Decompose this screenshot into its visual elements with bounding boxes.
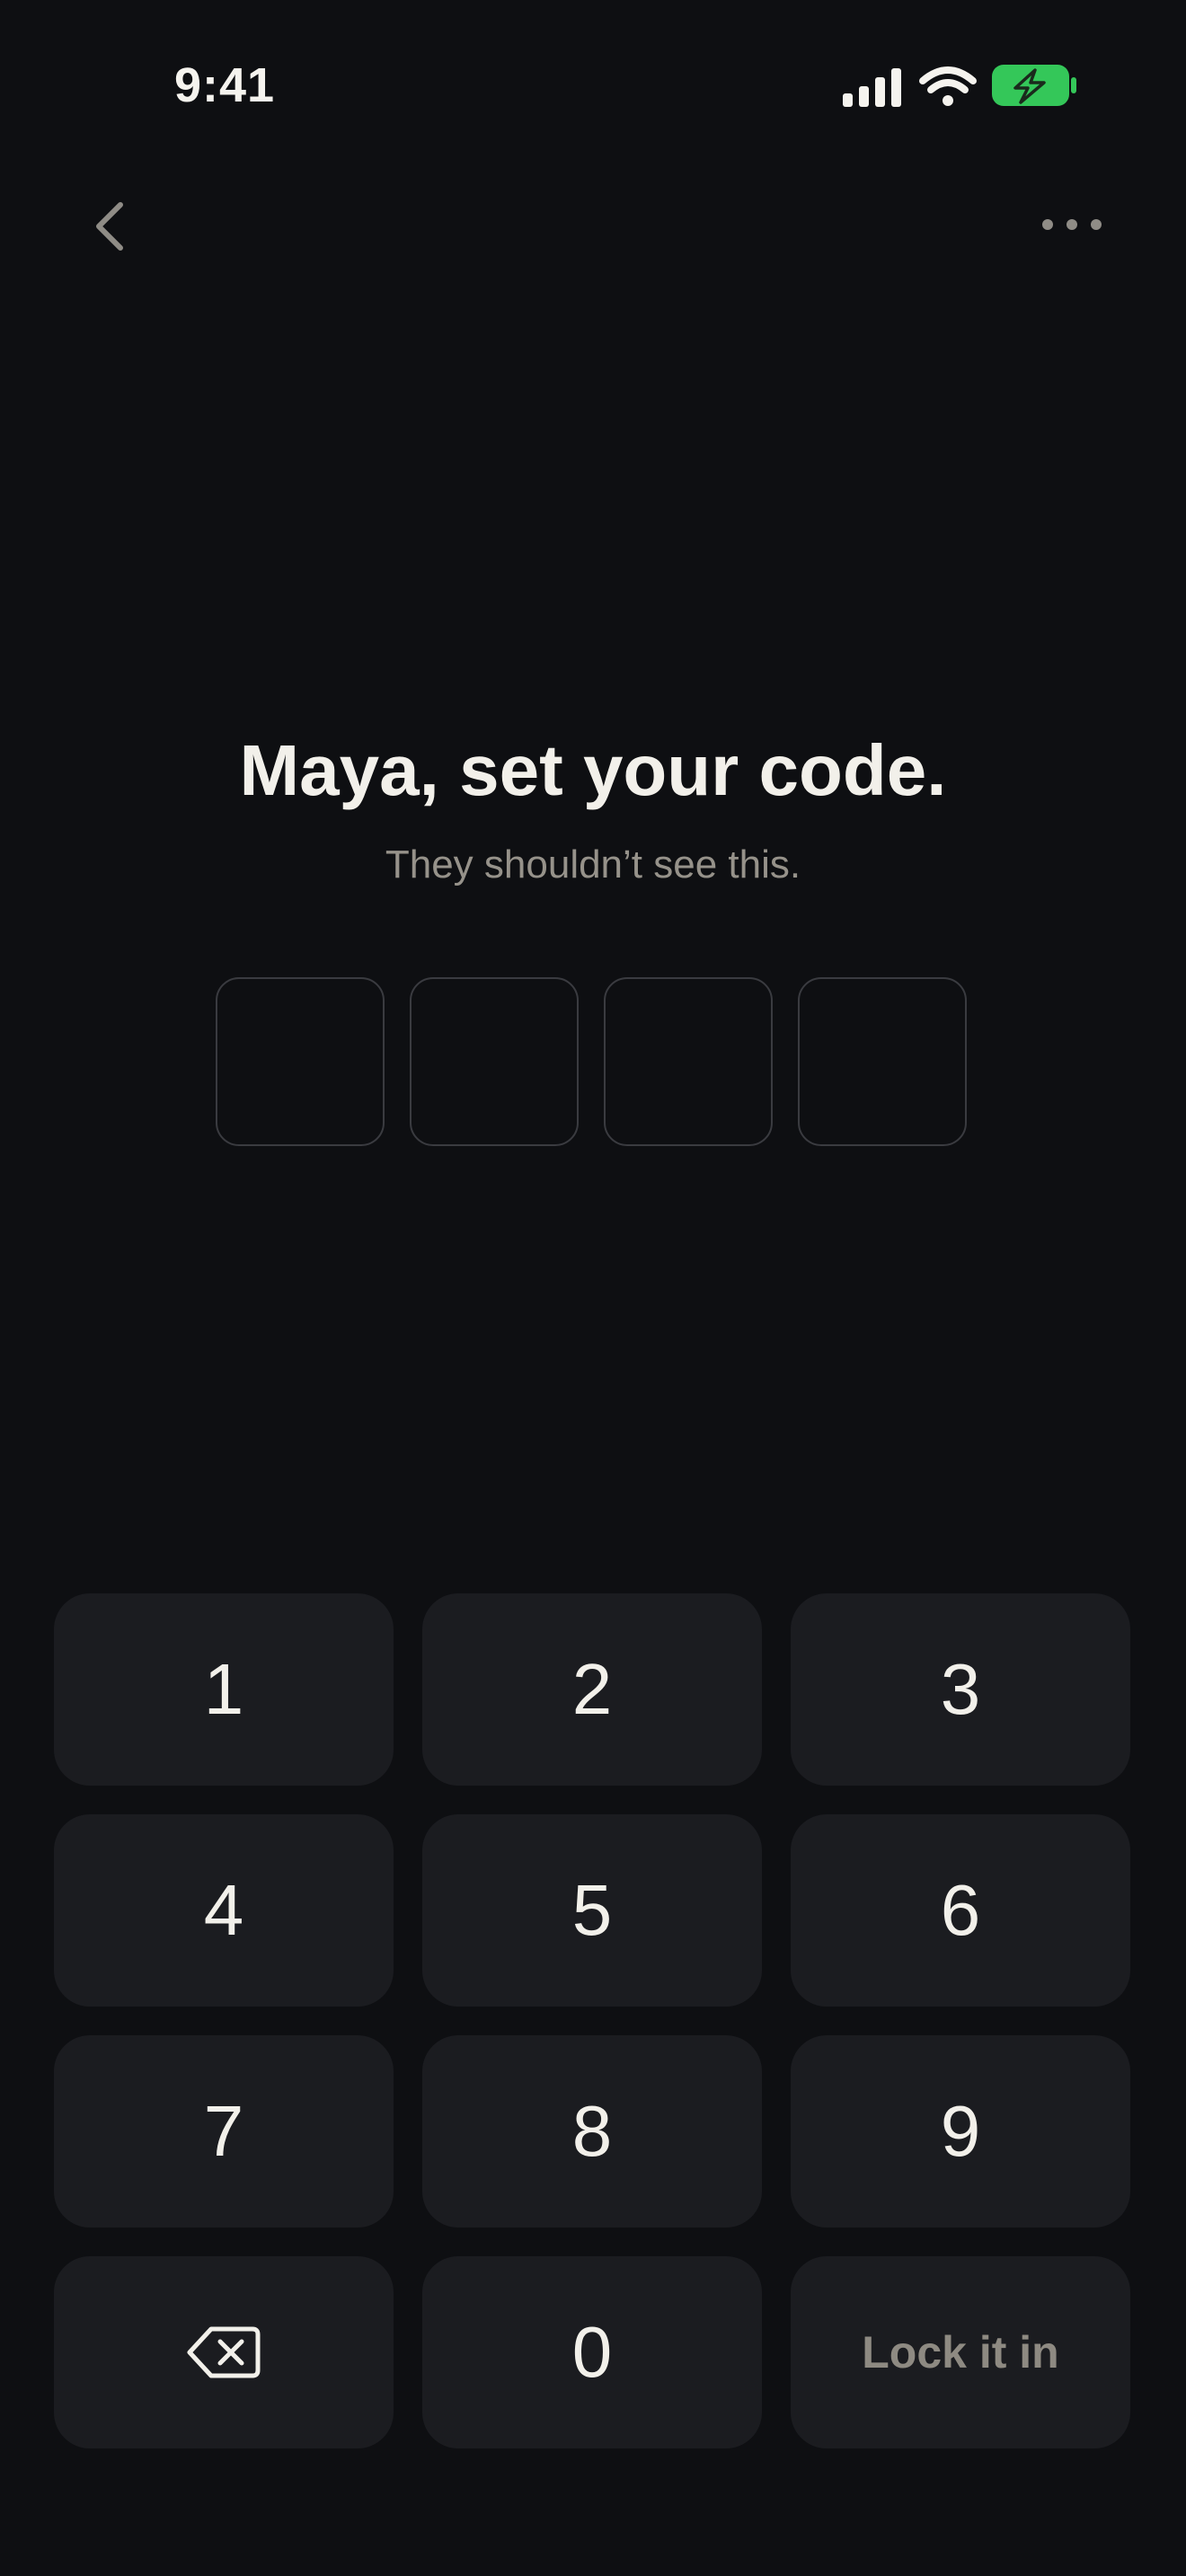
key-label: 6 xyxy=(940,1870,981,1950)
key-label: 4 xyxy=(203,1870,244,1950)
ellipsis-icon xyxy=(1042,219,1102,230)
chevron-left-icon xyxy=(96,202,123,251)
nav-bar xyxy=(0,180,1186,278)
key-label: 3 xyxy=(940,1649,981,1729)
backspace-icon xyxy=(187,2326,261,2378)
key-label: 7 xyxy=(203,2091,244,2171)
key-3[interactable]: 3 xyxy=(791,1593,1130,1786)
key-8[interactable]: 8 xyxy=(422,2035,762,2228)
status-bar: 9:41 xyxy=(0,0,1186,171)
keypad: 1 2 3 4 5 6 7 8 9 0 Lock it in xyxy=(54,1593,1132,2452)
key-5[interactable]: 5 xyxy=(422,1814,762,2007)
backspace-key[interactable] xyxy=(54,2256,394,2448)
code-digit-box-3[interactable] xyxy=(604,977,773,1146)
wifi-icon xyxy=(919,66,977,106)
key-9[interactable]: 9 xyxy=(791,2035,1130,2228)
key-label: 5 xyxy=(571,1870,613,1950)
key-0[interactable]: 0 xyxy=(422,2256,762,2448)
key-label: 9 xyxy=(940,2091,981,2171)
more-options-button[interactable] xyxy=(1033,198,1114,251)
code-digit-box-1[interactable] xyxy=(216,977,385,1146)
lock-it-in-label: Lock it in xyxy=(862,2327,1059,2378)
lock-it-in-button[interactable]: Lock it in xyxy=(791,2256,1130,2448)
status-time: 9:41 xyxy=(174,58,276,112)
status-icons-svg xyxy=(843,65,1076,107)
key-label: 1 xyxy=(203,1649,244,1729)
key-4[interactable]: 4 xyxy=(54,1814,394,2007)
key-label: 8 xyxy=(571,2091,613,2171)
battery-charging-icon xyxy=(992,65,1076,106)
code-digit-box-2[interactable] xyxy=(410,977,579,1146)
key-7[interactable]: 7 xyxy=(54,2035,394,2228)
code-input-row xyxy=(216,977,970,1150)
status-icons xyxy=(836,63,1078,110)
page-subtitle: They shouldn’t see this. xyxy=(385,842,801,887)
key-2[interactable]: 2 xyxy=(422,1593,762,1786)
back-button[interactable] xyxy=(79,180,142,269)
key-label: 0 xyxy=(571,2312,613,2392)
code-digit-box-4[interactable] xyxy=(798,977,967,1146)
key-6[interactable]: 6 xyxy=(791,1814,1130,2007)
key-label: 2 xyxy=(571,1649,613,1729)
key-1[interactable]: 1 xyxy=(54,1593,394,1786)
signal-icon xyxy=(843,68,901,107)
page-title: Maya, set your code. xyxy=(239,730,947,810)
